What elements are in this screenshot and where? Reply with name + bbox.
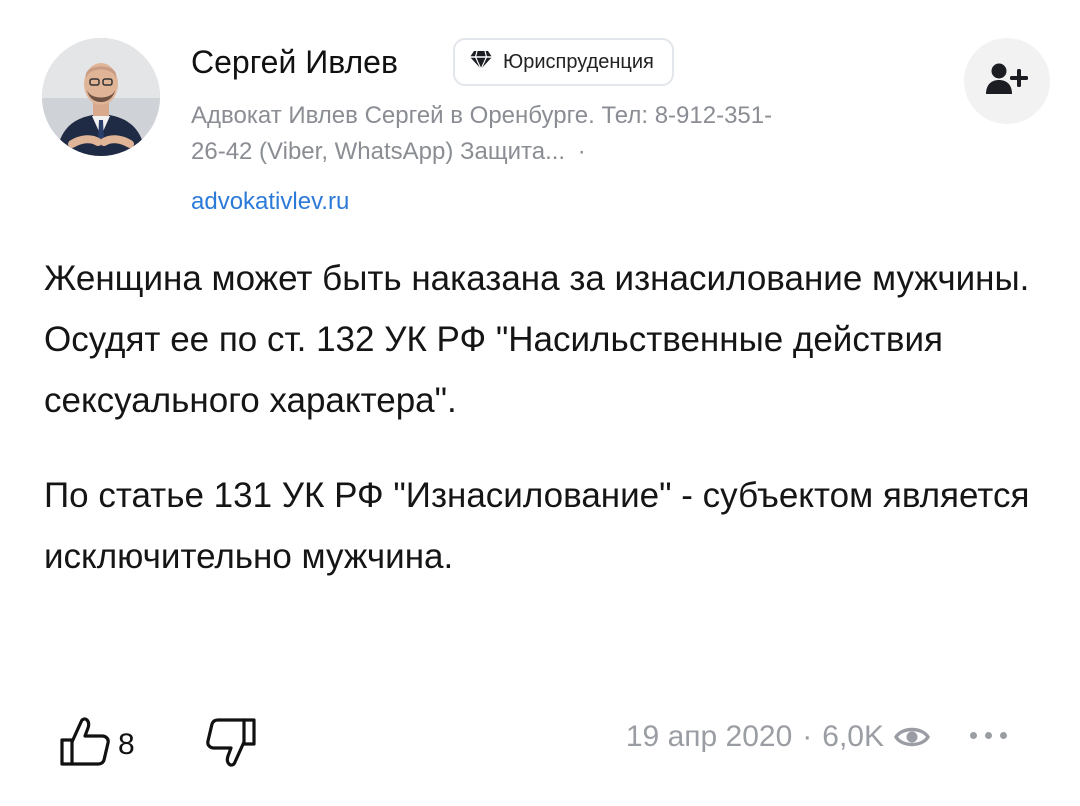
badge-label: Юриспруденция	[503, 50, 654, 73]
post-paragraph: Женщина может быть наказана за изнасилов…	[44, 259, 1030, 420]
eye-icon	[894, 724, 930, 750]
views-count: 6,0K	[822, 720, 884, 753]
thumbs-down-icon	[202, 718, 258, 772]
thumbs-up-icon	[58, 716, 114, 773]
author-name[interactable]: Сергей Ивлев	[191, 40, 398, 84]
bio-separator: ·	[577, 138, 586, 165]
post-date: 19 апр 2020	[625, 720, 793, 753]
like-count: 8	[118, 727, 135, 761]
subscribe-button[interactable]	[964, 38, 1050, 124]
meta-separator: ·	[802, 720, 813, 753]
post-meta: 19 апр 2020 · 6,0K	[626, 720, 930, 754]
topic-badge[interactable]: Юриспруденция	[453, 38, 674, 86]
like-button[interactable]: 8	[58, 716, 135, 773]
post-content: Женщина может быть наказана за изнасилов…	[44, 248, 1054, 587]
diamond-icon	[469, 50, 493, 75]
more-dots-icon[interactable]	[970, 732, 1007, 739]
bio-text: Адвокат Ивлев Сергей в Оренбурге. Тел: 8…	[191, 102, 773, 165]
site-link[interactable]: advokativlev.ru	[191, 184, 349, 220]
add-user-icon	[985, 62, 1029, 101]
avatar[interactable]	[42, 38, 160, 156]
post-paragraph: По статье 131 УК РФ "Изнасилование" - су…	[44, 476, 1030, 576]
post-footer: 8 19 апр 2020 · 6,0K	[0, 712, 1080, 772]
dislike-button[interactable]	[202, 716, 258, 773]
author-bio: Адвокат Ивлев Сергей в Оренбурге. Тел: 8…	[191, 98, 781, 170]
